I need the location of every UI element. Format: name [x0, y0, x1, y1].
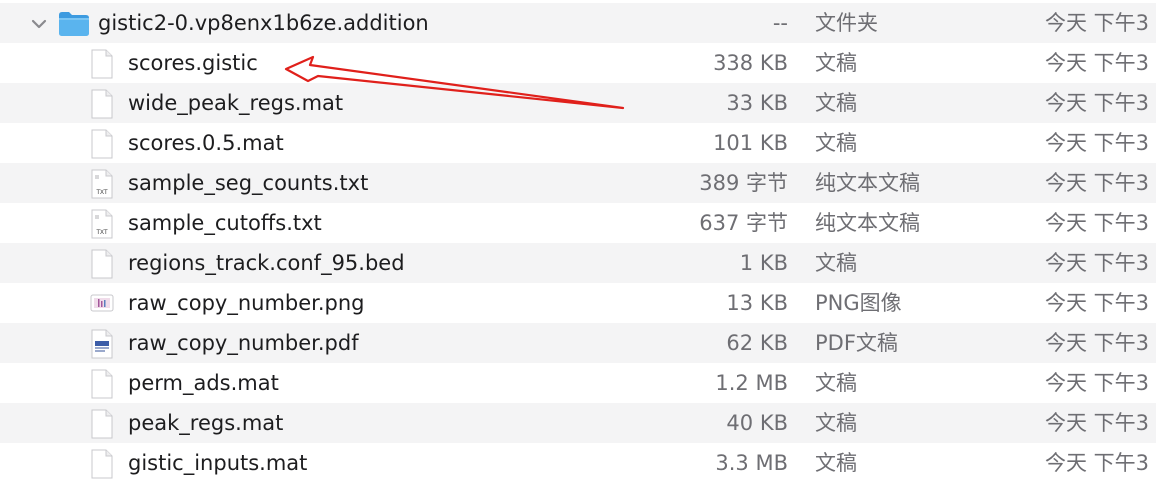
file-date: 今天 下午3 [1045, 451, 1150, 475]
chevron-down-icon[interactable] [30, 15, 48, 33]
file-row[interactable]: scores.0.5.mat 101 KB 文稿 今天 下午3 [0, 123, 1156, 163]
file-date: 今天 下午3 [1045, 291, 1150, 315]
folder-date: 今天 下午3 [1045, 11, 1150, 35]
file-row[interactable]: raw_copy_number.png 13 KB PNG图像 今天 下午3 [0, 283, 1156, 323]
file-list: gistic2-0.vp8enx1b6ze.addition -- 文件夹 今天… [0, 3, 1156, 483]
folder-row[interactable]: gistic2-0.vp8enx1b6ze.addition -- 文件夹 今天… [0, 3, 1156, 43]
file-name: sample_seg_counts.txt [128, 171, 369, 195]
file-kind: 文稿 [815, 131, 857, 155]
document-icon [91, 409, 113, 439]
file-kind: 文稿 [815, 411, 857, 435]
file-size: 637 字节 [699, 211, 788, 235]
file-name: raw_copy_number.pdf [128, 331, 359, 355]
file-kind: 纯文本文稿 [815, 211, 920, 235]
file-name: regions_track.conf_95.bed [128, 251, 405, 275]
png-image-icon [90, 294, 114, 312]
file-row[interactable]: raw_copy_number.pdf 62 KB PDF文稿 今天 下午3 [0, 323, 1156, 363]
file-row[interactable]: scores.gistic 338 KB 文稿 今天 下午3 [0, 43, 1156, 83]
txt-file-icon: TXT [91, 169, 113, 199]
file-row[interactable]: regions_track.conf_95.bed 1 KB 文稿 今天 下午3 [0, 243, 1156, 283]
document-icon [91, 369, 113, 399]
folder-icon [59, 12, 89, 36]
file-name: scores.0.5.mat [128, 131, 284, 155]
file-size: 62 KB [726, 331, 788, 355]
file-size: 1 KB [739, 251, 788, 275]
file-name: perm_ads.mat [128, 371, 279, 395]
file-kind: 文稿 [815, 451, 857, 475]
file-row[interactable]: TXT sample_cutoffs.txt 637 字节 纯文本文稿 今天 下午3 [0, 203, 1156, 243]
file-size: 1.2 MB [715, 371, 788, 395]
file-size: 389 字节 [699, 171, 788, 195]
folder-kind: 文件夹 [815, 11, 878, 35]
file-date: 今天 下午3 [1045, 331, 1150, 355]
file-date: 今天 下午3 [1045, 251, 1150, 275]
file-date: 今天 下午3 [1045, 211, 1150, 235]
file-kind: PDF文稿 [815, 331, 898, 355]
svg-text:TXT: TXT [96, 230, 108, 236]
file-size: 40 KB [726, 411, 788, 435]
folder-name: gistic2-0.vp8enx1b6ze.addition [98, 11, 429, 35]
file-name: gistic_inputs.mat [128, 451, 308, 475]
file-kind: 文稿 [815, 371, 857, 395]
pdf-file-icon [91, 329, 113, 359]
file-date: 今天 下午3 [1045, 411, 1150, 435]
file-name: scores.gistic [128, 51, 258, 75]
document-icon [91, 49, 113, 79]
file-row[interactable]: wide_peak_regs.mat 33 KB 文稿 今天 下午3 [0, 83, 1156, 123]
file-kind: 文稿 [815, 251, 857, 275]
file-name: wide_peak_regs.mat [128, 91, 344, 115]
file-row[interactable]: TXT sample_seg_counts.txt 389 字节 纯文本文稿 今天 下午… [0, 163, 1156, 203]
file-row[interactable]: gistic_inputs.mat 3.3 MB 文稿 今天 下午3 [0, 443, 1156, 483]
file-size: 33 KB [726, 91, 788, 115]
document-icon [91, 249, 113, 279]
file-size: 338 KB [713, 51, 788, 75]
file-date: 今天 下午3 [1045, 131, 1150, 155]
file-size: 13 KB [726, 291, 788, 315]
file-kind: 文稿 [815, 91, 857, 115]
file-row[interactable]: perm_ads.mat 1.2 MB 文稿 今天 下午3 [0, 363, 1156, 403]
file-kind: 文稿 [815, 51, 857, 75]
file-row[interactable]: peak_regs.mat 40 KB 文稿 今天 下午3 [0, 403, 1156, 443]
file-size: 101 KB [713, 131, 788, 155]
svg-text:TXT: TXT [96, 190, 108, 196]
file-size: 3.3 MB [715, 451, 788, 475]
folder-size: -- [772, 11, 788, 35]
file-name: sample_cutoffs.txt [128, 211, 322, 235]
document-icon [91, 129, 113, 159]
file-name: raw_copy_number.png [128, 291, 365, 315]
file-kind: 纯文本文稿 [815, 171, 920, 195]
txt-file-icon: TXT [91, 209, 113, 239]
file-kind: PNG图像 [815, 291, 902, 315]
file-date: 今天 下午3 [1045, 171, 1150, 195]
document-icon [91, 449, 113, 479]
file-date: 今天 下午3 [1045, 91, 1150, 115]
file-name: peak_regs.mat [128, 411, 284, 435]
document-icon [91, 89, 113, 119]
file-date: 今天 下午3 [1045, 371, 1150, 395]
file-date: 今天 下午3 [1045, 51, 1150, 75]
